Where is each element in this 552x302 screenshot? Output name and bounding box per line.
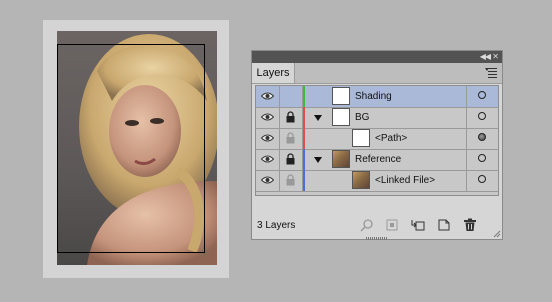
layer-thumbnail: [352, 171, 370, 189]
disclosure-triangle-icon[interactable]: [314, 157, 322, 163]
layer-row[interactable]: Reference: [256, 149, 498, 171]
layer-thumbnail: [332, 108, 350, 126]
eye-icon: [261, 92, 274, 100]
layer-color-bar: [303, 107, 305, 128]
layer-color-bar: [303, 128, 305, 149]
artboard-boundary: [57, 44, 205, 253]
layer-row[interactable]: Shading: [256, 86, 498, 108]
eye-icon: [261, 176, 274, 184]
layer-name[interactable]: BG: [355, 107, 369, 128]
target-icon[interactable]: [478, 112, 486, 120]
corner-resize-grip[interactable]: [493, 230, 501, 238]
collapse-icon[interactable]: ◀◀: [480, 52, 491, 62]
panel-resize-grip[interactable]: [366, 237, 388, 240]
target-cell[interactable]: [466, 107, 499, 128]
target-icon[interactable]: [478, 133, 486, 141]
lock-icon: [286, 111, 295, 123]
panel-titlebar[interactable]: ◀◀ ✕: [252, 51, 502, 63]
layer-row[interactable]: BG: [256, 107, 498, 129]
layer-row[interactable]: <Path>: [256, 128, 498, 150]
disclosure-triangle-icon[interactable]: [314, 115, 322, 121]
layer-row[interactable]: <Linked File>: [256, 170, 498, 192]
target-cell[interactable]: [466, 170, 499, 191]
layer-name[interactable]: Shading: [355, 86, 392, 107]
layer-color-bar: [303, 86, 305, 107]
visibility-toggle[interactable]: [256, 86, 280, 107]
visibility-toggle[interactable]: [256, 149, 280, 170]
make-clipping-mask-icon[interactable]: [385, 218, 399, 232]
visibility-toggle[interactable]: [256, 107, 280, 128]
target-cell[interactable]: [466, 86, 499, 107]
target-cell[interactable]: [466, 128, 499, 149]
lock-icon: [286, 153, 295, 165]
eye-icon: [261, 113, 274, 121]
close-icon[interactable]: ✕: [492, 52, 499, 62]
layer-name[interactable]: Reference: [355, 149, 401, 170]
layer-thumbnail: [332, 150, 350, 168]
eye-icon: [261, 155, 274, 163]
create-new-layer-icon[interactable]: [437, 218, 451, 232]
eye-icon: [261, 134, 274, 142]
layer-thumbnail: [352, 129, 370, 147]
lock-toggle[interactable]: [279, 149, 303, 170]
layer-color-bar: [303, 170, 305, 191]
lock-toggle[interactable]: [279, 128, 303, 149]
layer-name[interactable]: <Path>: [375, 128, 407, 149]
panel-tabbar: Layers: [252, 63, 502, 84]
visibility-toggle[interactable]: [256, 128, 280, 149]
panel-footer: 3 Layers: [252, 213, 502, 239]
target-icon[interactable]: [478, 91, 486, 99]
lock-toggle[interactable]: [279, 107, 303, 128]
layers-panel: ◀◀ ✕ Layers Shading BG <Path> Reference …: [251, 50, 503, 240]
lock-icon: [286, 174, 295, 186]
target-icon[interactable]: [478, 175, 486, 183]
layer-thumbnail: [332, 87, 350, 105]
tab-layers[interactable]: Layers: [252, 63, 295, 83]
create-sublayer-icon[interactable]: [411, 218, 425, 232]
layer-count: 3 Layers: [257, 220, 296, 231]
lock-icon: [286, 132, 295, 144]
target-cell[interactable]: [466, 149, 499, 170]
visibility-toggle[interactable]: [256, 170, 280, 191]
layers-list: Shading BG <Path> Reference <Linked File…: [255, 85, 499, 196]
target-icon[interactable]: [478, 154, 486, 162]
layer-color-bar: [303, 149, 305, 170]
lock-toggle[interactable]: [279, 170, 303, 191]
layer-name[interactable]: <Linked File>: [375, 170, 435, 191]
locate-object-icon[interactable]: [360, 218, 374, 232]
panel-menu-icon[interactable]: [485, 67, 497, 78]
lock-toggle[interactable]: [279, 86, 303, 107]
delete-icon[interactable]: [463, 218, 477, 232]
